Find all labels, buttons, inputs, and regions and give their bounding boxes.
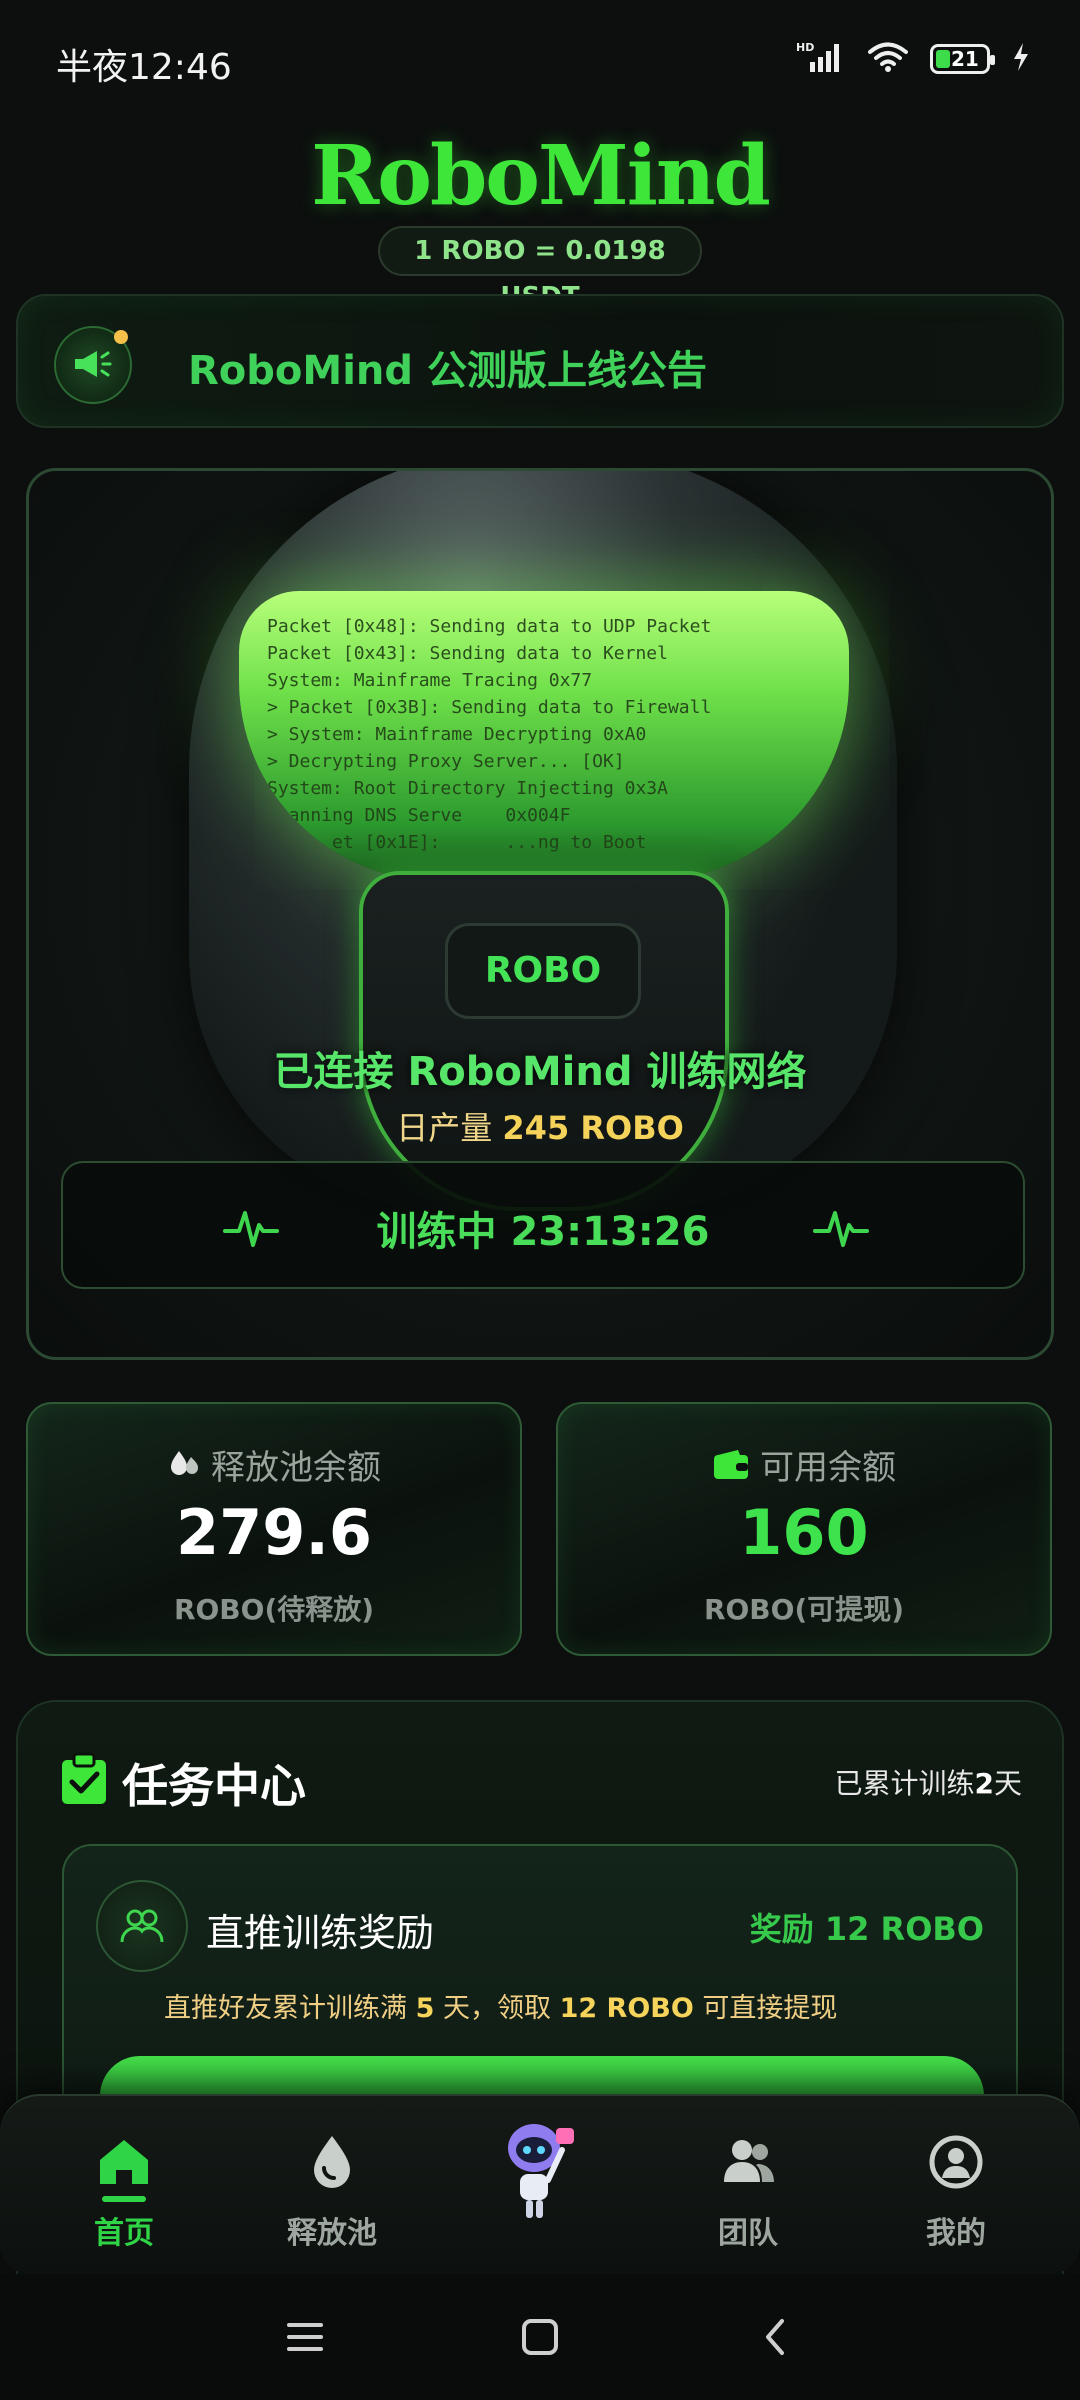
pulse-icon bbox=[813, 1211, 869, 1247]
drops-icon bbox=[167, 1449, 201, 1490]
battery-icon: 21 bbox=[930, 44, 995, 74]
nav-release-pool[interactable]: 释放池 bbox=[252, 2132, 412, 2252]
available-balance-value: 160 bbox=[739, 1496, 869, 1569]
task-description: 直推好友累计训练满 5 天，领取 12 ROBO 可直接提现 bbox=[164, 1993, 838, 2024]
terminal-line: > System: Mainframe Decrypting 0xA0 bbox=[267, 724, 647, 745]
training-timer: 训练中 23:13:26 bbox=[376, 1209, 710, 1255]
daily-output: 日产量 245 ROBO bbox=[396, 1109, 684, 1147]
release-pool-value: 279.6 bbox=[175, 1496, 373, 1569]
available-balance-unit: ROBO(可提现) bbox=[703, 1593, 905, 1626]
terminal-line: et [0x1E]: ...ng to Boot bbox=[267, 832, 647, 853]
system-navigation-bar bbox=[0, 2274, 1080, 2400]
drop-icon bbox=[314, 2136, 350, 2188]
wallet-icon bbox=[712, 1449, 750, 1490]
terminal-line: anning DNS Serve 0x004F bbox=[267, 805, 571, 826]
training-status-bar[interactable]: 训练中 23:13:26 bbox=[61, 1161, 1025, 1289]
bottom-navigation: 首页 释放池 团队 我的 bbox=[0, 2094, 1080, 2274]
status-icons: HD 21 bbox=[796, 40, 1030, 78]
robo-badge[interactable]: ROBO bbox=[445, 923, 641, 1019]
nav-robot-center[interactable] bbox=[460, 2114, 620, 2224]
menu-icon[interactable] bbox=[272, 2304, 338, 2370]
terminal-line: > Packet [0x3B]: Sending data to Firewal… bbox=[267, 697, 712, 718]
terminal-line: System: Mainframe Tracing 0x77 bbox=[267, 670, 593, 691]
back-icon[interactable] bbox=[742, 2304, 808, 2370]
training-days: 已累计训练2天 bbox=[834, 1767, 1022, 1800]
megaphone-icon bbox=[54, 326, 132, 404]
nav-profile[interactable]: 我的 bbox=[876, 2132, 1036, 2252]
signal-icon: HD bbox=[796, 40, 846, 78]
svg-text:HD: HD bbox=[796, 41, 814, 54]
release-pool-balance-card[interactable]: 释放池余额 279.6 ROBO(待释放) bbox=[26, 1402, 522, 1656]
terminal-line: Packet [0x43]: Sending data to Kernel bbox=[267, 643, 668, 664]
home-square-icon[interactable] bbox=[507, 2304, 573, 2370]
task-reward: 奖励 12 ROBO bbox=[749, 1910, 984, 1948]
nav-home-label: 首页 bbox=[94, 2216, 154, 2251]
team-icon bbox=[96, 1880, 188, 1972]
home-icon bbox=[100, 2140, 148, 2184]
available-balance-title: 可用余额 bbox=[558, 1440, 1050, 1490]
announcement-banner[interactable]: RoboMind 公测版上线公告 bbox=[16, 294, 1064, 428]
visor-terminal: Packet [0x48]: Sending data to UDP Packe… bbox=[239, 591, 849, 881]
task-name: 直推训练奖励 bbox=[206, 1911, 435, 1955]
terminal-line: Packet [0x48]: Sending data to UDP Packe… bbox=[267, 616, 712, 637]
announcement-text: RoboMind 公测版上线公告 bbox=[188, 348, 707, 394]
robot-mascot-icon bbox=[508, 2124, 574, 2218]
nav-home[interactable]: 首页 bbox=[44, 2132, 204, 2252]
charging-icon bbox=[1012, 42, 1030, 76]
team-icon bbox=[724, 2140, 774, 2182]
nav-team[interactable]: 团队 bbox=[668, 2132, 828, 2252]
exchange-rate: 1 ROBO = 0.0198 USDT bbox=[378, 226, 702, 312]
profile-icon bbox=[929, 2135, 983, 2189]
terminal-line: > Decrypting Proxy Server... [OK] bbox=[267, 751, 625, 772]
terminal-line: System: Root Directory Injecting 0x3A bbox=[267, 778, 668, 799]
status-time: 半夜12:46 bbox=[56, 47, 232, 88]
training-hero-card: Packet [0x48]: Sending data to UDP Packe… bbox=[26, 468, 1054, 1360]
available-balance-card[interactable]: 可用余额 160 ROBO(可提现) bbox=[556, 1402, 1052, 1656]
task-center-title: 任务中心 bbox=[122, 1759, 306, 1813]
release-pool-unit: ROBO(待释放) bbox=[173, 1593, 375, 1626]
status-bar: 半夜12:46 HD 21 bbox=[0, 0, 1080, 120]
nav-release-pool-label: 释放池 bbox=[287, 2216, 377, 2251]
app-logo: RoboMind bbox=[311, 128, 771, 224]
wifi-icon bbox=[868, 41, 908, 77]
connection-status: 已连接 RoboMind 训练网络 bbox=[273, 1049, 807, 1095]
nav-profile-label: 我的 bbox=[926, 2216, 986, 2251]
nav-team-label: 团队 bbox=[718, 2216, 778, 2251]
clipboard-check-icon bbox=[62, 1752, 106, 1804]
release-pool-title: 释放池余额 bbox=[28, 1440, 520, 1490]
terminal-text: Packet [0x48]: Sending data to UDP Packe… bbox=[267, 613, 711, 856]
